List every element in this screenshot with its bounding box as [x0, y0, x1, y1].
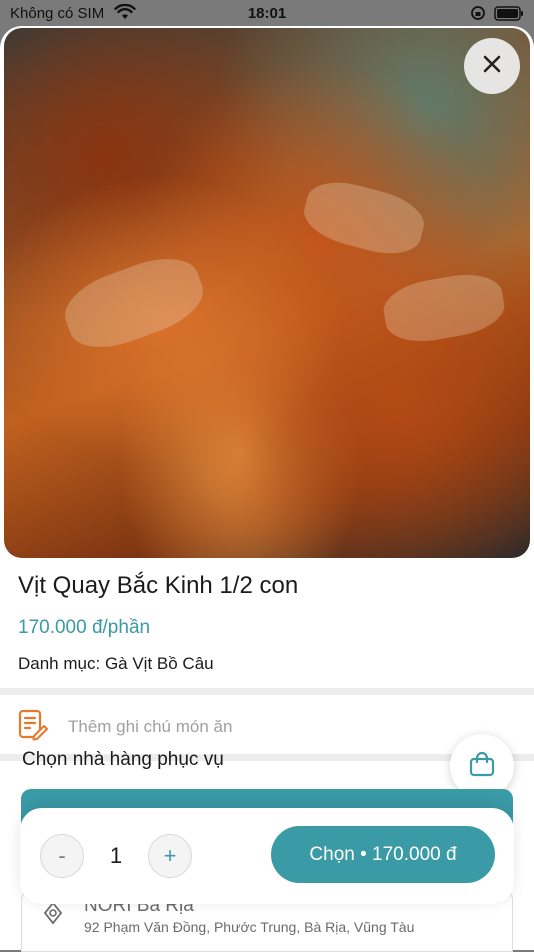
battery-icon [494, 6, 524, 25]
restaurant-address: 92 Phạm Văn Đồng, Phước Trung, Bà Rịa, V… [84, 919, 415, 935]
orientation-lock-icon [470, 5, 486, 25]
location-pin-icon [42, 901, 64, 932]
status-bar: Không có SIM 18:01 [0, 0, 534, 28]
clock-time: 18:01 [247, 5, 287, 22]
quantity-value: 1 [109, 843, 123, 868]
section-divider [0, 688, 534, 695]
product-category: Danh mục: Gà Vịt Bồ Câu [18, 654, 214, 674]
note-field[interactable]: Thêm ghi chú món ăn [0, 695, 534, 755]
note-edit-icon [18, 709, 48, 746]
category-label: Danh mục: [18, 654, 105, 673]
product-photo [4, 28, 530, 558]
photo-highlight [56, 246, 212, 360]
photo-highlight [379, 268, 509, 348]
note-placeholder: Thêm ghi chú món ăn [68, 717, 233, 736]
shopping-bag-icon [468, 750, 496, 783]
increase-quantity-button[interactable]: + [148, 834, 192, 878]
product-price: 170.000 đ/phần [18, 617, 151, 638]
photo-highlight [298, 173, 430, 263]
product-name: Vịt Quay Bắc Kinh 1/2 con [18, 572, 299, 599]
category-value: Gà Vịt Bồ Câu [104, 654, 214, 673]
restaurant-section-title: Chọn nhà hàng phục vụ [22, 749, 224, 770]
decrease-quantity-button[interactable]: - [40, 834, 84, 878]
select-add-button[interactable]: Chọn • 170.000 đ [271, 826, 495, 883]
order-bar: - 1 + Chọn • 170.000 đ [20, 808, 514, 904]
close-button[interactable] [464, 38, 520, 94]
close-icon [482, 54, 502, 79]
